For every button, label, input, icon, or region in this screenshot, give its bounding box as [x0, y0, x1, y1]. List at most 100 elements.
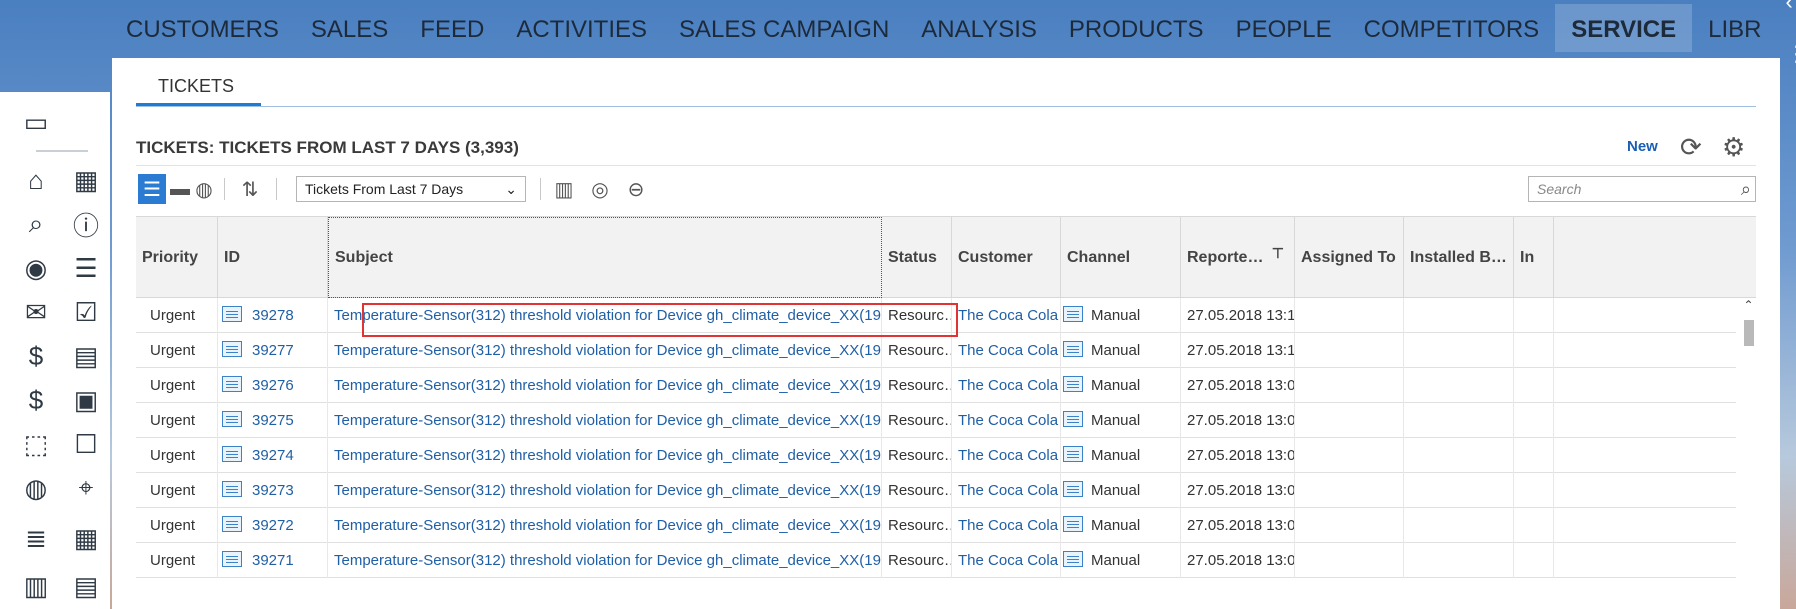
table-row[interactable]: Urgent 39272 Temperature-Sensor(312) thres…: [136, 508, 1736, 543]
nav-activities[interactable]: ACTIVITIES: [500, 4, 663, 52]
cell-subject[interactable]: Temperature-Sensor(312) threshold violat…: [328, 438, 882, 473]
alert-icon[interactable]: ⓘ: [70, 208, 102, 241]
mail-icon[interactable]: ✉: [20, 296, 52, 328]
nav-library[interactable]: LIBR: [1692, 4, 1777, 52]
col-id[interactable]: ID: [218, 217, 328, 298]
contacts-icon[interactable]: ☰: [70, 252, 102, 284]
search-input[interactable]: Search ⌕: [1528, 176, 1756, 202]
cell-customer[interactable]: The Coca Cola…: [952, 298, 1061, 333]
cell-id-text[interactable]: 39272: [252, 517, 294, 534]
zoom-icon[interactable]: ⊖: [622, 174, 650, 204]
col-installed-base[interactable]: Installed B…: [1404, 217, 1514, 298]
cell-subject-text[interactable]: Temperature-Sensor(312) threshold violat…: [334, 377, 881, 394]
cell-subject-text[interactable]: Temperature-Sensor(312) threshold violat…: [334, 342, 881, 359]
cell-subject[interactable]: Temperature-Sensor(312) threshold violat…: [328, 368, 882, 403]
cell-id-text[interactable]: 39275: [252, 412, 294, 429]
refresh-icon[interactable]: ⟳: [1680, 132, 1702, 163]
cell-id[interactable]: 39272: [218, 508, 328, 543]
calendar-icon[interactable]: ▦: [70, 164, 102, 196]
tab-tickets[interactable]: TICKETS: [136, 76, 256, 97]
cell-id-text[interactable]: 39276: [252, 377, 294, 394]
col-assigned-to[interactable]: Assigned To: [1295, 217, 1404, 298]
cell-id[interactable]: 39277: [218, 333, 328, 368]
view-select[interactable]: Tickets From Last 7 Days ⌄: [296, 176, 526, 202]
cell-subject[interactable]: Temperature-Sensor(312) threshold violat…: [328, 298, 882, 333]
cell-subject[interactable]: Temperature-Sensor(312) threshold violat…: [328, 333, 882, 368]
cell-subject-text[interactable]: Temperature-Sensor(312) threshold violat…: [334, 517, 881, 534]
cell-customer[interactable]: The Coca Cola…: [952, 368, 1061, 403]
table-row[interactable]: Urgent 39276 Temperature-Sensor(312) thres…: [136, 368, 1736, 403]
map-icon[interactable]: ⌖: [70, 472, 102, 504]
table-row[interactable]: Urgent 39271 Temperature-Sensor(312) thres…: [136, 543, 1736, 578]
cell-id-text[interactable]: 39274: [252, 447, 294, 464]
gear-icon[interactable]: ⚙: [1722, 132, 1745, 163]
search-icon[interactable]: ⌕: [1741, 179, 1751, 200]
cell-subject-text[interactable]: Temperature-Sensor(312) threshold violat…: [334, 307, 881, 324]
cell-id-text[interactable]: 39277: [252, 342, 294, 359]
cell-customer-text[interactable]: The Coca Cola…: [958, 342, 1060, 359]
vertical-scrollbar[interactable]: ⌃: [1741, 298, 1756, 609]
scroll-up-icon[interactable]: ⌃: [1741, 298, 1756, 312]
cell-customer-text[interactable]: The Coca Cola…: [958, 377, 1060, 394]
chat-icon[interactable]: ▭: [20, 106, 52, 138]
cell-subject[interactable]: Temperature-Sensor(312) threshold violat…: [328, 403, 882, 438]
checklist-icon[interactable]: ☑: [70, 296, 102, 328]
analytics-icon[interactable]: ⬚: [20, 428, 52, 460]
cell-customer-text[interactable]: The Coca Cola…: [958, 447, 1060, 464]
notebook-icon[interactable]: ▤: [70, 340, 102, 372]
table-row[interactable]: Urgent 39273 Temperature-Sensor(312) thres…: [136, 473, 1736, 508]
scroll-thumb[interactable]: [1744, 320, 1754, 346]
cell-customer-text[interactable]: The Coca Cola…: [958, 412, 1060, 429]
cell-subject[interactable]: Temperature-Sensor(312) threshold violat…: [328, 508, 882, 543]
help-icon[interactable]: ◎: [586, 174, 614, 204]
compact-view-icon[interactable]: ▬: [168, 174, 192, 204]
table-row[interactable]: Urgent 39278 Temperature-Sensor(312) thres…: [136, 298, 1736, 333]
cell-customer-text[interactable]: The Coca Cola…: [958, 307, 1060, 324]
person-icon[interactable]: ◉: [20, 252, 52, 284]
nav-sales-campaign[interactable]: SALES CAMPAIGN: [663, 4, 905, 52]
nav-sales[interactable]: SALES: [295, 4, 404, 52]
cell-customer[interactable]: The Coca Cola…: [952, 543, 1061, 578]
quote-icon[interactable]: ☐: [70, 428, 102, 460]
new-button[interactable]: New: [1627, 138, 1658, 155]
cell-id[interactable]: 39275: [218, 403, 328, 438]
cell-subject-text[interactable]: Temperature-Sensor(312) threshold violat…: [334, 482, 881, 499]
globe-icon[interactable]: ◍: [20, 472, 52, 504]
col-priority[interactable]: Priority: [136, 217, 218, 298]
nav-service[interactable]: SERVICE: [1555, 3, 1693, 52]
search-icon[interactable]: ⌕: [20, 208, 52, 240]
cell-id[interactable]: 39271: [218, 543, 328, 578]
cell-customer-text[interactable]: The Coca Cola…: [958, 552, 1060, 569]
cell-customer[interactable]: The Coca Cola…: [952, 403, 1061, 438]
col-in[interactable]: In: [1514, 217, 1554, 298]
cell-customer-text[interactable]: The Coca Cola…: [958, 517, 1060, 534]
cell-customer[interactable]: The Coca Cola…: [952, 333, 1061, 368]
dollar-icon[interactable]: $: [20, 384, 52, 416]
cell-subject-text[interactable]: Temperature-Sensor(312) threshold violat…: [334, 412, 881, 429]
list-view-icon[interactable]: ☰: [138, 174, 166, 204]
clipboard-icon[interactable]: ▤: [70, 570, 102, 602]
nav-products[interactable]: PRODUCTS: [1053, 4, 1220, 52]
filter-icon[interactable]: ⊤: [1272, 245, 1284, 262]
cell-id[interactable]: 39278: [218, 298, 328, 333]
cell-id[interactable]: 39273: [218, 473, 328, 508]
nav-scroll-arrows[interactable]: ‹ › ⋮: [1785, 0, 1796, 80]
col-status[interactable]: Status: [882, 217, 952, 298]
cell-subject[interactable]: Temperature-Sensor(312) threshold violat…: [328, 473, 882, 508]
cell-id[interactable]: 39276: [218, 368, 328, 403]
col-customer[interactable]: Customer: [952, 217, 1061, 298]
table-row[interactable]: Urgent 39277 Temperature-Sensor(312) thres…: [136, 333, 1736, 368]
cell-customer-text[interactable]: The Coca Cola…: [958, 482, 1060, 499]
transfer-money-icon[interactable]: $: [20, 340, 52, 372]
columns-icon[interactable]: ▥: [550, 174, 578, 204]
cell-customer[interactable]: The Coca Cola…: [952, 473, 1061, 508]
table-row[interactable]: Urgent 39274 Temperature-Sensor(312) thres…: [136, 438, 1736, 473]
nav-customers[interactable]: CUSTOMERS: [110, 4, 295, 52]
cell-id[interactable]: 39274: [218, 438, 328, 473]
cell-id-text[interactable]: 39271: [252, 552, 294, 569]
map-view-icon[interactable]: ◍: [192, 174, 216, 204]
calendar-grid-icon[interactable]: ▦: [70, 522, 102, 554]
cell-id-text[interactable]: 39278: [252, 307, 294, 324]
invoice-icon[interactable]: ▣: [70, 384, 102, 416]
cell-id-text[interactable]: 39273: [252, 482, 294, 499]
